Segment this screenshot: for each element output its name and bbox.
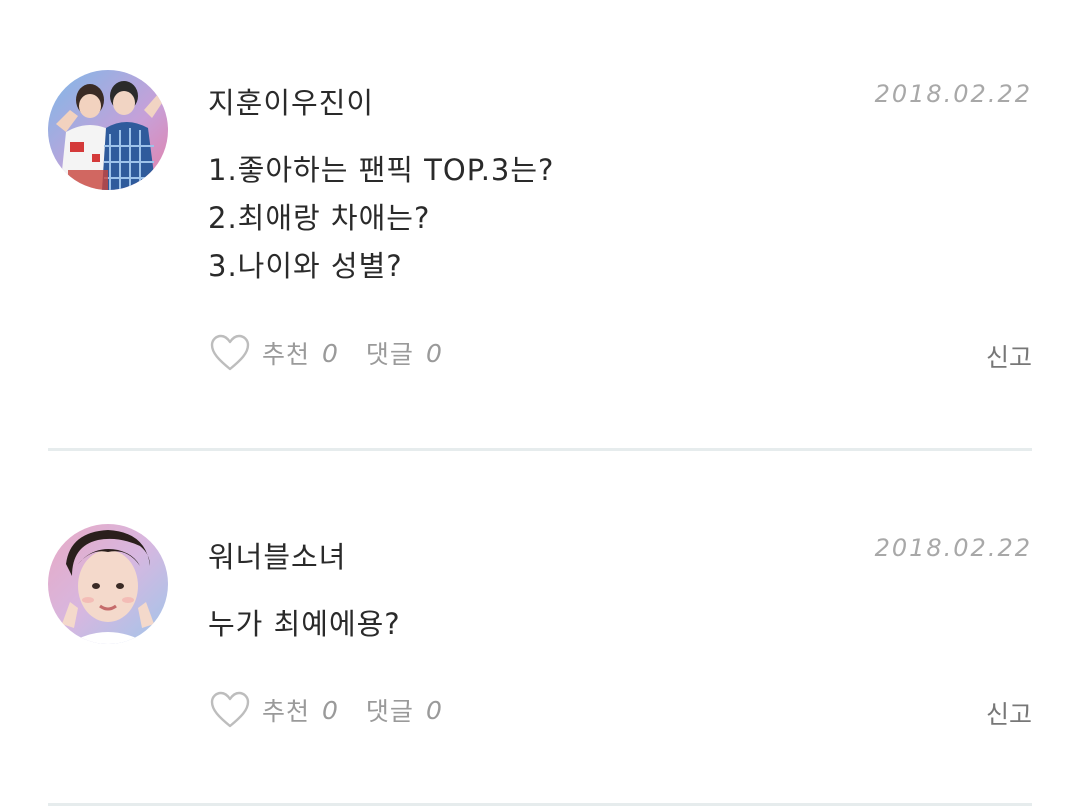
like-label: 추천 [262, 340, 311, 369]
like-button[interactable]: 추천 0 [208, 331, 338, 375]
comment-button[interactable]: 댓글 0 [366, 335, 442, 371]
avatar[interactable] [48, 524, 168, 644]
post-body-line: 3.나이와 성별? [208, 249, 403, 283]
post-date: 2018.02.22 [874, 80, 1032, 108]
comment-label: 댓글 [365, 340, 414, 369]
report-button[interactable]: 신고 [986, 695, 1032, 731]
post-body: 1.좋아하는 팬픽 TOP.3는? 2.최애랑 차애는? 3.나이와 성별? [208, 146, 554, 290]
username[interactable]: 워너블소녀 [208, 534, 346, 576]
comment-button[interactable]: 댓글 0 [366, 692, 442, 728]
comment-count: 0 [425, 338, 442, 368]
post-body-line: 누가 최예에용? [208, 607, 401, 641]
avatar[interactable] [48, 70, 168, 190]
post-body-line: 2.최애랑 차애는? [208, 201, 431, 235]
post-body-line: 1.좋아하는 팬픽 TOP.3는? [208, 153, 555, 187]
divider [48, 803, 1032, 806]
like-label: 추천 [262, 697, 311, 726]
heart-outline-icon[interactable] [208, 688, 252, 732]
comment-label: 댓글 [365, 697, 414, 726]
post-actions: 추천 0 댓글 0 [208, 688, 442, 732]
post-actions: 추천 0 댓글 0 [208, 331, 442, 375]
post-card: 지훈이우진이 2018.02.22 1.좋아하는 팬픽 TOP.3는? 2.최애… [48, 70, 1032, 390]
like-button[interactable]: 추천 0 [208, 688, 338, 732]
post-card: 워너블소녀 2018.02.22 누가 최예에용? 추천 0 댓글 0 신고 [48, 524, 1032, 744]
divider [48, 448, 1032, 451]
comment-count: 0 [425, 695, 442, 725]
report-button[interactable]: 신고 [986, 338, 1032, 374]
like-count: 0 [322, 338, 338, 368]
post-body: 누가 최예에용? [208, 600, 401, 648]
username[interactable]: 지훈이우진이 [208, 80, 374, 122]
heart-outline-icon[interactable] [208, 331, 252, 375]
like-count: 0 [322, 695, 338, 725]
post-date: 2018.02.22 [874, 534, 1032, 562]
